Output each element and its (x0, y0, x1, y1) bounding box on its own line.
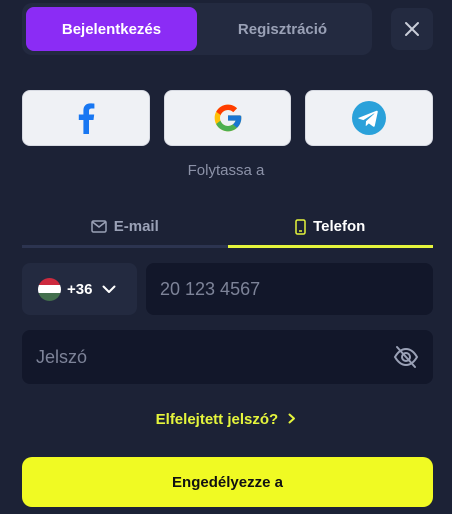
tab-email[interactable]: E-mail (22, 208, 228, 248)
google-icon (214, 104, 241, 132)
chevron-right-icon (288, 413, 296, 424)
authorize-button-label: Engedélyezze a (172, 473, 283, 491)
forgot-password-label: Elfelejtett jelszó? (155, 411, 279, 428)
tab-phone[interactable]: Telefon (227, 208, 433, 248)
toggle-password-visibility[interactable] (392, 343, 420, 371)
google-login-button[interactable] (163, 90, 292, 146)
eye-off-icon (393, 346, 419, 368)
tab-phone-label: Telefon (313, 218, 366, 235)
hungary-flag-icon (38, 277, 61, 301)
telegram-icon (352, 101, 387, 135)
tab-login-label: Bejelentkezés (61, 20, 162, 38)
authorize-button[interactable]: Engedélyezze a (22, 457, 433, 507)
telegram-login-button[interactable] (305, 90, 434, 146)
password-input[interactable] (22, 330, 433, 384)
tab-register-label: Regisztráció (237, 20, 328, 38)
envelope-icon (90, 220, 107, 233)
phone-number-input[interactable] (146, 263, 433, 315)
country-code-select[interactable]: +36 (22, 263, 137, 315)
social-login-row (22, 90, 434, 146)
dial-code: +36 (67, 280, 93, 298)
tab-login[interactable]: Bejelentkezés (26, 7, 197, 51)
login-method-tabs: E-mail Telefon (22, 208, 433, 248)
close-icon (405, 22, 419, 36)
tab-register[interactable]: Regisztráció (197, 7, 368, 51)
chevron-down-icon (102, 285, 116, 293)
continue-with-text: Folytassa a (187, 162, 265, 179)
phone-icon (295, 218, 306, 235)
facebook-login-button[interactable] (22, 90, 150, 146)
tab-email-label: E-mail (113, 218, 159, 235)
auth-tab-switcher: Bejelentkezés Regisztráció (22, 3, 372, 55)
facebook-icon (78, 103, 95, 134)
close-button[interactable] (391, 8, 433, 50)
forgot-password-link[interactable]: Elfelejtett jelszó? (0, 411, 452, 428)
